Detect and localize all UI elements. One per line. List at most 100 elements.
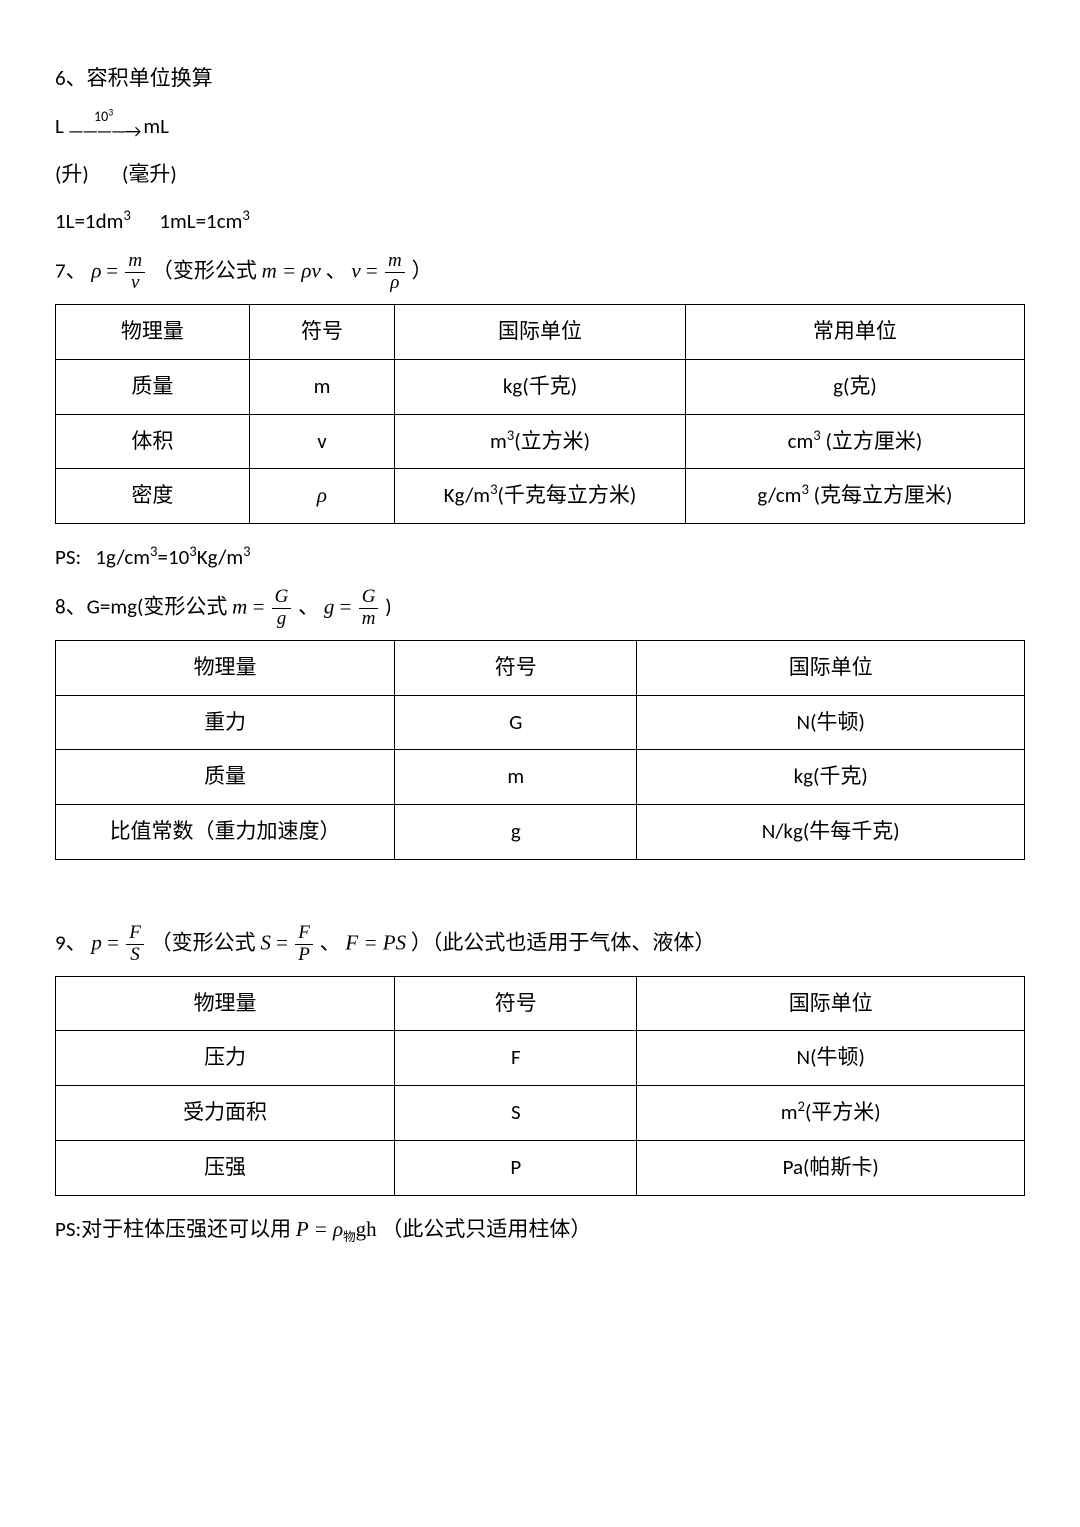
cell: Kg/m3(千克每立方米): [395, 469, 686, 524]
table-row: 比值常数（重力加速度） g N/kg(牛每千克): [56, 805, 1025, 860]
cell: 比值常数（重力加速度）: [56, 805, 395, 860]
table-8: 物理量 符号 国际单位 重力 G N(牛顿) 质量 m kg(千克) 比值常数（…: [55, 640, 1025, 860]
cell-header: 常用单位: [685, 304, 1024, 359]
cell: G: [395, 695, 637, 750]
cell: 质量: [56, 750, 395, 805]
cell-header: 国际单位: [395, 304, 686, 359]
cell: 密度: [56, 469, 250, 524]
eq-1ml: 1mL=1cm: [159, 208, 242, 234]
cell-header: 物理量: [56, 640, 395, 695]
sep-9: 、: [320, 929, 341, 955]
section-8-formula: 8、G=mg(变形公式 m = Gg 、 g = Gm ): [55, 587, 1025, 630]
cell-header: 符号: [395, 640, 637, 695]
cell: S: [395, 1086, 637, 1141]
cell: N(牛顿): [637, 1031, 1025, 1086]
cell: F: [395, 1031, 637, 1086]
section-6-title: 6、容积单位换算: [55, 60, 1025, 98]
unit-L: L: [55, 108, 64, 146]
table-row: 质量 m kg(千克) g(克): [56, 359, 1025, 414]
table-9: 物理量 符号 国际单位 压力 F N(牛顿) 受力面积 S m2(平方米) 压强…: [55, 976, 1025, 1196]
ps9-d: （此公式只适用柱体）: [381, 1216, 591, 1242]
cell-header: 符号: [249, 304, 394, 359]
sep-7: 、: [326, 258, 347, 284]
paren-close-9: ）（此公式也适用于气体、液体）: [411, 929, 716, 955]
table-row: 受力面积 S m2(平方米): [56, 1086, 1025, 1141]
cell: g(克): [685, 359, 1024, 414]
f1-lhs-9: S: [260, 930, 271, 954]
frac-F-S: FS: [126, 923, 144, 966]
cell: 压力: [56, 1031, 395, 1086]
section-6-arrow-line: L 103 ————→ mL: [55, 108, 1025, 146]
cell: kg(千克): [637, 750, 1025, 805]
table-row: 压强 P Pa(帕斯卡): [56, 1140, 1025, 1195]
cell: v: [249, 414, 394, 469]
cell-header: 物理量: [56, 304, 250, 359]
arrow-shaft: ————→: [68, 122, 139, 140]
cell: ρ: [249, 469, 394, 524]
section-7-ps: PS: 1g/cm3=103Kg/m3: [55, 539, 1025, 577]
arrow-icon: 103 ————→: [68, 110, 139, 140]
prefix-9: 9、: [55, 929, 87, 955]
label-milliliter: (毫升): [122, 161, 177, 187]
alt2-9: F = PS: [345, 930, 406, 954]
unit-mL: mL: [143, 108, 169, 146]
f1-lhs-8: m: [232, 594, 247, 618]
label-liter: (升): [55, 161, 89, 187]
table-row: 物理量 符号 国际单位: [56, 640, 1025, 695]
cell: m: [395, 750, 637, 805]
cell: P: [395, 1140, 637, 1195]
frac-G-g: Gg: [272, 587, 292, 630]
paren-close-7: ）: [411, 258, 432, 284]
cell-header: 国际单位: [637, 640, 1025, 695]
cell: m3(立方米): [395, 414, 686, 469]
ps9-a: PS:对于柱体压强还可以用: [55, 1216, 291, 1242]
ps9-eq: P = ρ物gh: [296, 1217, 377, 1241]
cell: 受力面积: [56, 1086, 395, 1141]
prefix-8: 8、G=mg(变形公式: [55, 593, 227, 619]
table-row: 质量 m kg(千克): [56, 750, 1025, 805]
table-row: 重力 G N(牛顿): [56, 695, 1025, 750]
frac-m-v: mv: [125, 251, 145, 294]
section-6-equalities: 1L=1dm3 1mL=1cm3: [55, 203, 1025, 241]
alt1-rhs: = ρv: [277, 259, 321, 283]
cell: g: [395, 805, 637, 860]
table-row: 物理量 符号 国际单位: [56, 976, 1025, 1031]
prefix-7: 7、: [55, 258, 87, 284]
paren-open-9: （变形公式: [151, 929, 256, 955]
suffix-8: ): [385, 593, 391, 619]
section-9-formula: 9、 p = FS （变形公式 S = FP 、 F = PS ）（此公式也适用…: [55, 923, 1025, 966]
cell: m: [249, 359, 394, 414]
frac-m-rho: mρ: [385, 251, 405, 294]
alt2-lhs: v: [351, 259, 360, 283]
table-row: 物理量 符号 国际单位 常用单位: [56, 304, 1025, 359]
cell: N/kg(牛每千克): [637, 805, 1025, 860]
eq-1ml-sup: 3: [242, 206, 249, 224]
cell: 压强: [56, 1140, 395, 1195]
cell: 质量: [56, 359, 250, 414]
paren-open-7: （变形公式: [152, 258, 257, 284]
rho-sym: ρ: [91, 259, 101, 283]
eq-1l-sup: 3: [123, 206, 130, 224]
section-9-ps: PS:对于柱体压强还可以用 P = ρ物gh （此公式只适用柱体）: [55, 1211, 1025, 1249]
section-6-labels: (升) (毫升): [55, 156, 1025, 194]
alt1-lhs: m: [262, 259, 277, 283]
cell: N(牛顿): [637, 695, 1025, 750]
cell-header: 符号: [395, 976, 637, 1031]
cell: m2(平方米): [637, 1086, 1025, 1141]
f2-lhs-8: g: [324, 594, 335, 618]
table-row: 压力 F N(牛顿): [56, 1031, 1025, 1086]
eq-sign: =: [106, 259, 123, 283]
frac-G-m: Gm: [359, 587, 379, 630]
cell: Pa(帕斯卡): [637, 1140, 1025, 1195]
cell: 体积: [56, 414, 250, 469]
table-7: 物理量 符号 国际单位 常用单位 质量 m kg(千克) g(克) 体积 v m…: [55, 304, 1025, 524]
cell: 重力: [56, 695, 395, 750]
section-7-formula: 7、 ρ = mv （变形公式 m = ρv 、 v = mρ ）: [55, 251, 1025, 294]
cell: kg(千克): [395, 359, 686, 414]
frac-F-P: FP: [295, 923, 313, 966]
f0-lhs-9: p: [91, 930, 102, 954]
cell: cm3 (立方厘米): [685, 414, 1024, 469]
table-row: 体积 v m3(立方米) cm3 (立方厘米): [56, 414, 1025, 469]
cell: g/cm3 (克每立方厘米): [685, 469, 1024, 524]
table-row: 密度 ρ Kg/m3(千克每立方米) g/cm3 (克每立方厘米): [56, 469, 1025, 524]
